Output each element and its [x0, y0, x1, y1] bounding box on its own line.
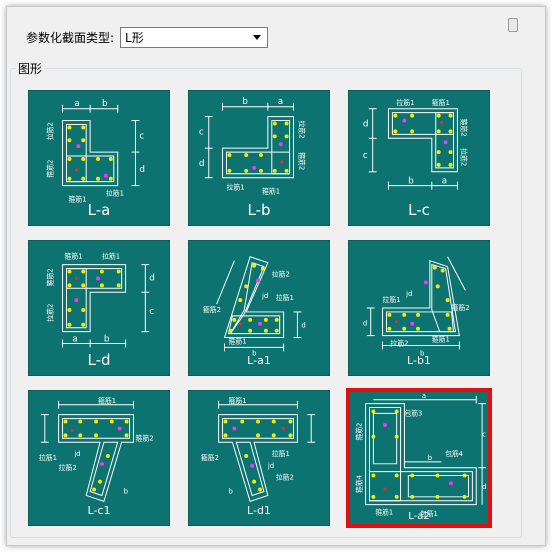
dim-b: b: [242, 97, 248, 107]
label-lajin2: 拉筋2: [297, 121, 306, 139]
dim-b: b: [408, 177, 414, 187]
label-gujin1: 箍筋1: [98, 396, 116, 405]
shape-option-l-b1[interactable]: 拉筋1 箍筋2 jd 箍筋1 拉筋2 b d L-b1: [342, 234, 496, 382]
dim-d: d: [363, 119, 369, 129]
dim-a: a: [278, 97, 283, 107]
label-gujin2: 箍筋2: [201, 453, 219, 462]
label-lajin1: 拉筋1: [272, 449, 290, 458]
scroll-edge-handle[interactable]: [508, 18, 518, 32]
shape-caption: L-a1: [247, 354, 271, 367]
shape-preview: b a c d 拉筋2 箍筋2 拉筋1 箍筋1 L-b: [188, 90, 330, 226]
dim-d: d: [301, 322, 305, 330]
shape-preview: d c b a 拉筋1 箍筋1 箍筋2 拉筋2 L-c: [348, 90, 490, 226]
dim-b: b: [124, 487, 128, 495]
shape-preview: 拉筋2 jd 拉筋1 箍筋2 箍筋1 b d L-a1: [188, 240, 330, 376]
label-gujin2: 箍筋2: [459, 119, 468, 137]
dim-d: d: [482, 483, 486, 491]
l-a2-drawing: 包筋3 箍筋2 包筋4 箍筋4 箍筋1 包筋1 a b c d: [355, 392, 487, 518]
dim-c: c: [149, 307, 154, 317]
label-gujin2: 箍筋2: [355, 423, 364, 441]
label-jd: jd: [267, 462, 274, 470]
section-type-label: 参数化截面类型:: [26, 30, 115, 45]
label-gujin2: 箍筋2: [46, 160, 55, 178]
shape-caption: L-c1: [87, 504, 111, 517]
shape-group-label: 图形: [16, 60, 45, 77]
dim-c: c: [139, 131, 144, 141]
label-lajin2: 拉筋2: [46, 122, 55, 140]
label-gujin2: 箍筋2: [203, 305, 221, 314]
dim-c: c: [482, 431, 486, 439]
label-lajin2: 拉筋2: [276, 473, 294, 482]
shape-preview: 箍筋1 拉筋1 jd 拉筋2 箍筋2 b L-c1: [28, 390, 170, 526]
chevron-down-icon: [253, 34, 262, 40]
dim-d: d: [363, 320, 367, 328]
label-lajin1: 拉筋1: [396, 98, 414, 107]
dim-a: a: [442, 177, 447, 187]
shape-caption: L-d: [87, 351, 111, 369]
label-jd: jd: [261, 292, 268, 300]
shape-option-l-b[interactable]: b a c d 拉筋2 箍筋2 拉筋1 箍筋1 L-b: [182, 84, 336, 232]
label-gujin1: 箍筋1: [262, 186, 280, 195]
section-type-row: 参数化截面类型: L形: [26, 26, 269, 48]
dim-b: b: [102, 99, 108, 109]
label-lajin2: 拉筋2: [390, 338, 408, 347]
label-gujin1: 箍筋1: [432, 98, 450, 107]
shape-preview: a b c d 拉筋2 箍筋2 拉筋1 箍筋1 L-a: [28, 90, 170, 226]
label-gujin1: 箍筋1: [228, 336, 246, 345]
label-baojin3: 包筋3: [404, 408, 422, 417]
shape-caption: L-a2: [408, 511, 430, 522]
shape-preview-selected: 包筋3 箍筋2 包筋4 箍筋4 箍筋1 包筋1 a b c d L-a2: [346, 388, 492, 528]
section-type-select[interactable]: L形: [120, 26, 269, 48]
shape-grid: a b c d 拉筋2 箍筋2 拉筋1 箍筋1 L-a b a c d 拉筋2 …: [22, 84, 510, 532]
dim-a: a: [74, 99, 79, 109]
shape-preview: d c a b 箍筋1 拉筋1 箍筋2 拉筋2 L-d: [28, 240, 170, 376]
label-gujin4: 箍筋4: [355, 475, 364, 493]
label-lajin2: 拉筋2: [272, 269, 290, 278]
label-gujin2: 箍筋2: [135, 433, 153, 442]
label-gujin1: 箍筋1: [228, 396, 246, 405]
shape-option-l-a2[interactable]: 包筋3 箍筋2 包筋4 箍筋4 箍筋1 包筋1 a b c d L-a2: [342, 384, 496, 532]
label-gujin2: 箍筋2: [297, 152, 306, 170]
dim-d: d: [199, 159, 205, 169]
shape-preview: 拉筋1 箍筋2 jd 箍筋1 拉筋2 b d L-b1: [348, 240, 490, 376]
label-lajin1: 拉筋1: [226, 183, 244, 192]
dim-c: c: [199, 127, 204, 137]
shape-caption: L-d1: [247, 504, 271, 517]
dim-c: c: [363, 151, 368, 161]
section-type-value: L形: [125, 30, 144, 45]
label-gujin1: 箍筋1: [65, 252, 83, 261]
label-lajin2: 拉筋2: [46, 304, 55, 322]
dim-d: d: [149, 273, 155, 283]
shape-caption: L-a: [87, 201, 111, 219]
shape-option-l-a[interactable]: a b c d 拉筋2 箍筋2 拉筋1 箍筋1 L-a: [22, 84, 176, 232]
label-baojin4: 包筋4: [445, 449, 463, 458]
shape-option-l-c1[interactable]: 箍筋1 拉筋1 jd 拉筋2 箍筋2 b L-c1: [22, 384, 176, 532]
shape-option-l-a1[interactable]: 拉筋2 jd 拉筋1 箍筋2 箍筋1 b d L-a1: [182, 234, 336, 382]
label-gujin1: 箍筋1: [432, 335, 450, 344]
dim-b: b: [104, 335, 110, 345]
label-lajin1: 拉筋1: [276, 293, 294, 302]
dim-a: a: [72, 335, 77, 345]
shape-caption: L-b: [247, 201, 271, 219]
label-jd: jd: [405, 290, 412, 298]
label-jd: jd: [73, 450, 80, 458]
label-gujin2: 箍筋2: [46, 268, 55, 286]
label-gujin2: 箍筋2: [452, 303, 470, 312]
label-lajin2: 拉筋2: [59, 463, 77, 472]
shape-option-l-c[interactable]: d c b a 拉筋1 箍筋1 箍筋2 拉筋2 L-c: [342, 84, 496, 232]
label-lajin2: 拉筋2: [459, 148, 468, 166]
shape-preview: 箍筋1 拉筋1 jd 拉筋2 箍筋2 b L-d1: [188, 390, 330, 526]
dim-a: a: [422, 392, 426, 400]
shape-option-l-d1[interactable]: 箍筋1 拉筋1 jd 拉筋2 箍筋2 b L-d1: [182, 384, 336, 532]
dim-d: d: [139, 165, 145, 175]
shape-caption: L-c: [408, 201, 430, 219]
label-lajin1: 拉筋1: [102, 252, 120, 261]
shape-caption: L-b1: [407, 354, 431, 367]
label-lajin1: 拉筋1: [383, 295, 401, 304]
label-lajin1: 拉筋1: [106, 188, 124, 197]
label-lajin1: 拉筋1: [39, 453, 57, 462]
dim-b: b: [428, 454, 432, 462]
dim-b: b: [228, 487, 232, 495]
shape-option-l-d[interactable]: d c a b 箍筋1 拉筋1 箍筋2 拉筋2 L-d: [22, 234, 176, 382]
